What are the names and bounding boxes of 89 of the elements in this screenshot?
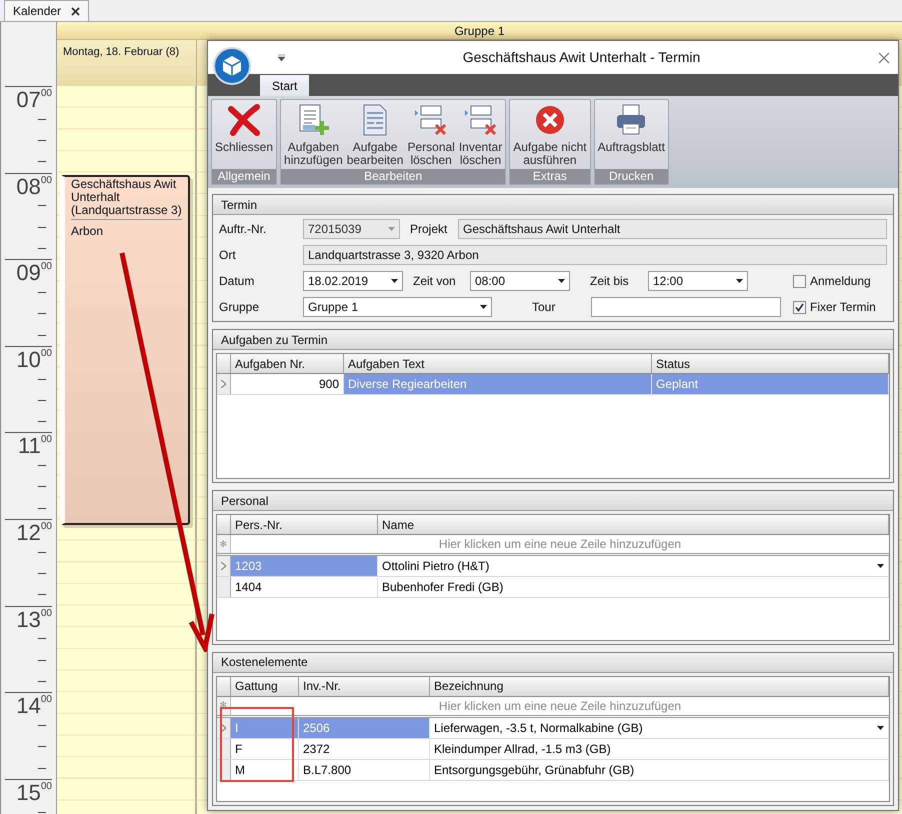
ribbon-group-label: Allgemein [212,169,276,184]
minute-label: 00 [40,346,52,361]
time-to-dropdown[interactable]: 12:00 [648,271,748,291]
ribbon-button[interactable]: Auftragsblatt [596,101,667,169]
minute-label: 00 [40,780,52,794]
field-label: Tour [531,299,556,316]
table-cell: Diverse Regiearbeiten [344,374,652,394]
remove-rows-icon [414,103,448,137]
appointment-location: Arbon [71,223,104,240]
checkbox[interactable] [793,274,806,288]
chevron-icon [221,380,226,388]
checkbox-label: Fixer Termin [810,299,876,316]
app-logo-icon[interactable] [213,47,251,85]
hour-label: 13 [16,606,41,633]
field-label: Auftr.-Nr. [219,221,268,238]
minute-label: 00 [40,433,52,448]
location-field[interactable]: Landquartstrasse 3, 9320 Arbon [303,245,887,265]
field-label: Datum [219,273,256,290]
row-indicator[interactable] [217,556,231,576]
ribbon-button[interactable]: Inventar löschen [456,101,504,169]
dropdown-arrow-icon [480,305,487,309]
column-header[interactable]: Aufgaben Text [344,354,652,373]
minute-label: 00 [40,87,52,101]
table-cell: I [231,718,299,738]
minute-label: 00 [40,520,52,534]
document-tab[interactable]: Kalender [4,0,90,21]
dropdown-arrow-icon [391,279,398,283]
hour-label: 12 [16,520,41,546]
field-label: Projekt [409,221,448,238]
field-label: Zeit von [412,273,457,290]
window-title: Geschäftshaus Awit Unterhalt - Termin [462,48,702,67]
day-header[interactable]: Montag, 18. Februar (8) [57,40,197,86]
table-cell: Geplant [652,374,889,394]
column-header[interactable]: Pers.-Nr. [231,515,378,534]
column-header[interactable]: Bezeichnung [430,676,889,696]
row-indicator[interactable] [217,374,231,394]
tour-field[interactable] [591,297,781,317]
hour-label: 08 [16,174,41,200]
minute-label: 00 [40,174,52,188]
group-dropdown[interactable]: Gruppe 1 [303,297,492,317]
ribbon-group-label: Extras [510,169,590,184]
dropdown-arrow-icon [877,726,884,730]
ribbon-tab[interactable]: Start [260,75,310,96]
hour-label: 09 [16,260,41,286]
column-header[interactable]: Name [378,515,889,534]
row-indicator[interactable] [217,577,231,598]
minute-label: 00 [40,606,52,621]
ribbon-button[interactable]: Aufgabe nicht ausführen [511,101,589,169]
column-header[interactable]: Inv.-Nr. [299,676,430,696]
remove-rows-icon [464,103,498,137]
column-header[interactable]: Gattung [231,676,299,696]
ribbon-button[interactable]: Aufgabe bearbeiten [344,101,406,169]
table-cell: 2506 [299,718,430,738]
dropdown-arrow-icon [388,227,395,231]
ribbon-group-label: Drucken [594,169,668,184]
dropdown-arrow-icon [877,564,884,568]
appointment-title: Geschäftshaus Awit Unterhalt (Landquartstrasse 3) [71,178,182,220]
field-label: Ort [219,247,237,264]
minute-label: 00 [40,693,52,708]
ribbon-group-label: Bearbeiten [281,169,506,184]
checkbox-label: Anmeldung [810,273,871,290]
ribbon-button[interactable]: Aufgaben hinzufügen [282,101,345,169]
project-field[interactable]: Geschäftshaus Awit Unterhalt [458,219,887,239]
time-from-dropdown[interactable]: 08:00 [470,271,570,291]
field-label: Zeit bis [589,273,630,290]
table-cell: 1203 [231,556,378,576]
field-label: Gruppe [219,299,260,316]
close-icon[interactable] [71,6,80,16]
hour-label: 11 [18,433,41,460]
minute-label: 00 [40,260,52,274]
hour-label: 10 [16,346,41,373]
date-dropdown[interactable]: 18.02.2019 [303,271,403,291]
column-header[interactable]: Aufgaben Nr. [231,354,344,373]
ribbon-button[interactable]: Personal löschen [405,101,457,169]
hour-label: 07 [16,87,41,113]
dropdown-arrow-icon [736,279,743,283]
new-row-indicator: ✻ [217,535,231,554]
hour-label: 15 [16,780,41,806]
checkbox[interactable] [793,300,806,314]
ribbon-button[interactable]: Schliessen [213,101,276,169]
column-header[interactable]: Status [652,354,889,373]
chevron-icon [221,724,226,732]
cross-icon [227,103,262,137]
group-header: Gruppe 1 [57,22,902,40]
hour-label: 14 [16,693,41,720]
quick-access-icon[interactable] [278,54,285,61]
dropdown-arrow-icon [558,279,565,283]
appointment-card[interactable]: Geschäftshaus Awit Unterhalt (Landquartstrasse 3) Arbon [60,175,190,525]
chevron-icon [221,562,226,570]
